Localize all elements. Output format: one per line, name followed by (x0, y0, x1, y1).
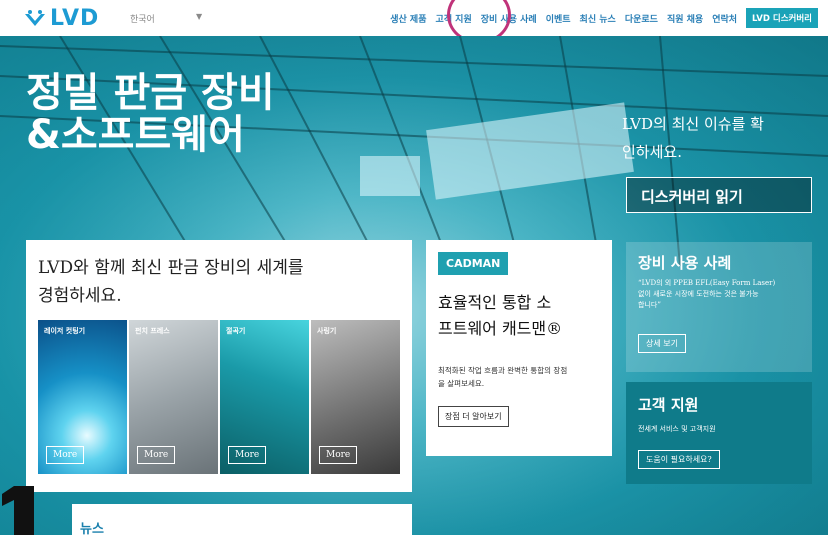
case-study-details-button[interactable]: 상세 보기 (638, 334, 686, 353)
more-button[interactable]: More (228, 446, 267, 464)
nav-item-events[interactable]: 이벤트 (546, 12, 571, 25)
hero-title-line2: &소프트웨어 (26, 112, 245, 158)
cadman-card: CADMAN 효율적인 통합 소 프트웨어 캐드맨® 최적화된 작업 흐름과 완… (426, 240, 612, 456)
hero-banner: 정밀 판금 장비 &소프트웨어 LVD의 최신 이슈를 확 인하세요. 디스커버… (0, 36, 828, 535)
logo-text: LVD (50, 6, 100, 31)
more-button[interactable]: More (137, 446, 176, 464)
lvd-logo[interactable]: LVD (24, 6, 99, 31)
number-one-graphic (2, 486, 34, 535)
support-description: 전세계 서비스 및 고객지원 (638, 425, 716, 433)
tile-label: 펀치 프레스 (135, 327, 170, 335)
tile-punch-press[interactable]: 펀치 프레스 More (129, 320, 218, 474)
lvd-logo-icon (25, 9, 45, 26)
cadman-heading-line2: 프트웨어 캐드맨® (438, 319, 563, 338)
cadman-heading: 효율적인 통합 소 프트웨어 캐드맨® (438, 290, 604, 342)
hero-subtitle-line2: 인하세요. (622, 143, 682, 161)
tile-shearing[interactable]: 사링기 More (311, 320, 400, 474)
news-section: 뉴스 (72, 504, 412, 535)
nav-item-contact[interactable]: 연락처 (712, 12, 737, 25)
read-discovery-button[interactable]: 디스커버리 읽기 (626, 177, 812, 213)
news-heading[interactable]: 뉴스 (80, 518, 104, 535)
nav-item-products[interactable]: 생산 제품 (390, 12, 426, 25)
cadman-learn-more-button[interactable]: 장점 더 알아보기 (438, 406, 509, 427)
hero-title: 정밀 판금 장비 &소프트웨어 (26, 72, 275, 156)
case-study-quote-line1: “LVD의 외 PPEB EFL(Easy Form Laser) (638, 279, 776, 287)
more-button[interactable]: More (46, 446, 85, 464)
cadman-heading-line1: 효율적인 통합 소 (438, 293, 552, 312)
page: LVD 한국어 ▼ 생산 제품 고객 지원 장비 사용 사례 이벤트 최신 뉴스… (0, 0, 828, 535)
products-card: LVD와 함께 최신 판금 장비의 세계를 경험하세요. 레이저 컷팅기 Mor… (26, 240, 412, 492)
top-navigation-bar: LVD 한국어 ▼ 생산 제품 고객 지원 장비 사용 사례 이벤트 최신 뉴스… (0, 0, 828, 44)
case-study-card: 장비 사용 사례 “LVD의 외 PPEB EFL(Easy Form Lase… (626, 242, 812, 372)
language-select[interactable]: 한국어 (130, 12, 155, 25)
cadman-description-line2: 을 살펴보세요. (438, 379, 485, 388)
case-study-title: 장비 사용 사례 (638, 254, 732, 272)
product-tiles: 레이저 컷팅기 More 펀치 프레스 More 절곡기 More 사링기 Mo… (38, 320, 400, 474)
tile-press-brake[interactable]: 절곡기 More (220, 320, 309, 474)
tile-label: 절곡기 (226, 327, 246, 335)
lvd-discovery-button[interactable]: LVD 디스커버리 (746, 8, 818, 28)
hero-subtitle-line1: LVD의 최신 이슈를 확 (622, 115, 764, 133)
customer-support-card: 고객 지원 전세계 서비스 및 고객지원 도움이 필요하세요? (626, 382, 812, 484)
case-study-quote-line3: 합니다” (638, 301, 661, 309)
nav-item-downloads[interactable]: 다운로드 (625, 12, 658, 25)
case-study-quote-line2: 없이 새로운 시장에 도전하는 것은 불가능 (638, 290, 759, 298)
hero-subtitle: LVD의 최신 이슈를 확 인하세요. (622, 110, 812, 166)
case-study-quote: “LVD의 외 PPEB EFL(Easy Form Laser) 없이 새로운… (638, 278, 804, 311)
chevron-down-icon[interactable]: ▼ (196, 12, 202, 21)
products-heading: LVD와 함께 최신 판금 장비의 세계를 경험하세요. (38, 254, 398, 310)
need-help-button[interactable]: 도움이 필요하세요? (638, 450, 720, 469)
nav-item-news[interactable]: 최신 뉴스 (580, 12, 616, 25)
tile-label: 레이저 컷팅기 (44, 327, 86, 335)
tile-label: 사링기 (317, 327, 337, 335)
support-title: 고객 지원 (638, 396, 699, 414)
products-heading-line2: 경험하세요. (38, 286, 122, 306)
more-button[interactable]: More (319, 446, 358, 464)
products-heading-line1: LVD와 함께 최신 판금 장비의 세계를 (38, 258, 304, 278)
cadman-description-line1: 최적화된 작업 흐름과 완벽한 통합의 장점 (438, 366, 568, 375)
hero-title-line1: 정밀 판금 장비 (26, 70, 275, 116)
tile-laser-cutting[interactable]: 레이저 컷팅기 More (38, 320, 127, 474)
nav-item-careers[interactable]: 직원 채용 (667, 12, 703, 25)
cadman-description: 최적화된 작업 흐름과 완벽한 통합의 장점 을 살펴보세요. (438, 364, 604, 390)
cadman-logo: CADMAN (438, 252, 509, 275)
